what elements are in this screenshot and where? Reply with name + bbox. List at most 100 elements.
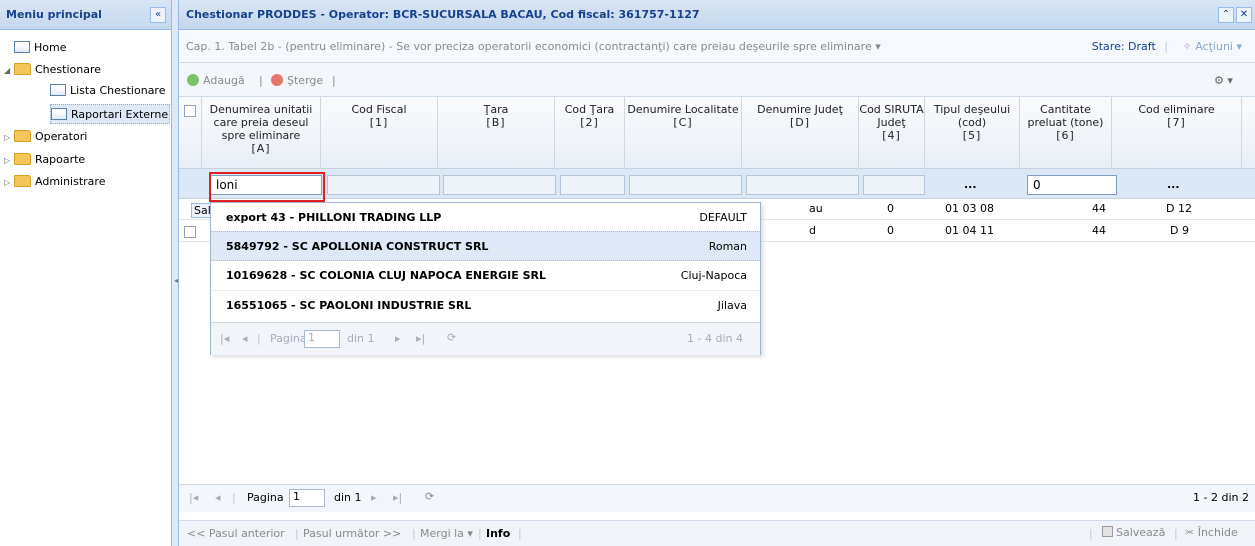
add-button[interactable]: Adaugă	[187, 74, 245, 87]
autocomplete-dropdown: export 43 - PHILLONI TRADING LLP DEFAULT…	[210, 202, 761, 355]
localitate-filter[interactable]	[629, 175, 742, 195]
column-header-unitate[interactable]: Denumirea unitatii care preia deseul spr…	[201, 97, 321, 169]
status-label: Stare: Draft	[1091, 40, 1156, 53]
settings-menu[interactable]: ⚙ ▾	[1214, 74, 1233, 87]
item-name: 10169628 - SC COLONIA CLUJ NAPOCA ENERGI…	[226, 269, 546, 282]
column-header-siruta[interactable]: Cod SIRUTA Judeţ [4]	[859, 97, 925, 169]
next-step-button[interactable]: Pasul următor >>	[303, 527, 401, 540]
column-header-tara[interactable]: Ţara [B]	[438, 97, 555, 169]
close-button[interactable]: ✂ Închide	[1185, 526, 1238, 539]
sidebar-item-lista-chestionare[interactable]: Lista Chestionare	[50, 81, 165, 101]
sidebar-item-raportari-externe[interactable]: Raportari Externe	[50, 104, 170, 124]
sidebar-item-home[interactable]: Home	[14, 38, 66, 58]
first-page-icon[interactable]: |◂	[220, 332, 229, 345]
item-name: 16551065 - SC PAOLONI INDUSTRIE SRL	[226, 299, 472, 312]
folder-icon	[14, 130, 31, 142]
column-header-tip-deseu[interactable]: Tipul deşeului (cod) [5]	[925, 97, 1020, 169]
column-header-cod-eliminare[interactable]: Cod eliminare [7]	[1112, 97, 1242, 169]
cell-cod-eliminare: D 12	[1166, 202, 1192, 215]
grid-toolbar: Adaugă | Şterge | ⚙ ▾	[179, 63, 1255, 97]
footer-separator: |	[518, 527, 522, 540]
judet-filter[interactable]	[746, 175, 859, 195]
prev-page-icon[interactable]: ◂	[215, 491, 221, 504]
delete-button[interactable]: Şterge	[271, 74, 323, 87]
column-header-cod-fiscal[interactable]: Cod Fiscal [1]	[321, 97, 438, 169]
collapse-sidebar-button[interactable]: «	[150, 7, 166, 23]
cell-siruta: 0	[887, 224, 894, 237]
page-count: din 1	[334, 491, 362, 504]
footer-separator: |	[295, 527, 299, 540]
next-page-icon[interactable]: ▸	[395, 332, 401, 345]
scissors-icon: ✂	[1185, 526, 1195, 539]
list-item[interactable]: 10169628 - SC COLONIA CLUJ NAPOCA ENERGI…	[211, 261, 760, 291]
page-count: din 1	[347, 332, 375, 345]
siruta-filter[interactable]	[863, 175, 925, 195]
collapsed-arrow-icon[interactable]: ▷	[4, 151, 14, 171]
sidebar-item-operatori[interactable]: ▷ Operatori	[4, 127, 87, 147]
pager-range: 1 - 2 din 2	[1193, 491, 1249, 504]
grid-header: Denumirea unitatii care preia deseul spr…	[179, 97, 1255, 169]
panel-title: Chestionar PRODDES - Operator: BCR-SUCUR…	[179, 0, 1255, 30]
column-header-cantitate[interactable]: Cantitate preluat (tone) [6]	[1020, 97, 1112, 169]
goto-menu[interactable]: Mergi la ▾	[420, 527, 473, 540]
close-icon[interactable]: ✕	[1236, 7, 1252, 23]
item-locality: DEFAULT	[699, 211, 747, 224]
column-header-cod-tara[interactable]: Cod Ţara [2]	[555, 97, 625, 169]
save-button[interactable]: Salvează	[1102, 526, 1165, 539]
column-header-judet[interactable]: Denumire Judeţ [D]	[742, 97, 859, 169]
column-header-localitate[interactable]: Denumire Localitate [C]	[625, 97, 742, 169]
list-item[interactable]: export 43 - PHILLONI TRADING LLP DEFAULT	[211, 203, 760, 233]
footer-separator: |	[1089, 527, 1093, 540]
sidebar: Meniu principal « Home ◢ Chestionare List…	[0, 0, 172, 546]
item-locality: Cluj-Napoca	[680, 269, 747, 282]
expanded-arrow-icon[interactable]: ◢	[4, 61, 14, 81]
folder-icon	[14, 175, 31, 187]
collapsed-arrow-icon[interactable]: ▷	[4, 173, 14, 193]
select-all-checkbox[interactable]	[184, 105, 196, 117]
cell-cantitate: 44	[1092, 202, 1106, 215]
floppy-icon	[1102, 526, 1113, 537]
tara-filter[interactable]	[443, 175, 556, 195]
cell-tip-deseu: 01 03 08	[945, 202, 994, 215]
cantitate-filter-input[interactable]: 0	[1027, 175, 1117, 195]
info-button[interactable]: Info	[486, 527, 510, 540]
refresh-icon[interactable]: ⟳	[447, 331, 456, 344]
cod-tara-filter[interactable]	[560, 175, 625, 195]
pager-separator: |	[232, 491, 236, 504]
sidebar-item-administrare[interactable]: ▷ Administrare	[4, 172, 105, 192]
list-item[interactable]: 5849792 - SC APOLLONIA CONSTRUCT SRL Rom…	[211, 231, 760, 261]
page-number-input[interactable]: 1	[304, 330, 340, 348]
collapsed-arrow-icon[interactable]: ▷	[4, 128, 14, 148]
table-description: Cap. 1. Tabel 2b - (pentru eliminare) - …	[179, 30, 1255, 63]
add-icon	[187, 74, 199, 86]
maximize-icon[interactable]: ⌃	[1218, 7, 1234, 23]
actions-menu[interactable]: ✧ Acţiuni ▾	[1183, 40, 1243, 53]
next-page-icon[interactable]: ▸	[371, 491, 377, 504]
last-page-icon[interactable]: ▸|	[393, 491, 402, 504]
page-label: Pagina	[247, 491, 284, 504]
delete-icon	[271, 74, 283, 86]
cod-fiscal-filter[interactable]	[327, 175, 440, 195]
cell-judet: d	[809, 224, 816, 237]
last-page-icon[interactable]: ▸|	[416, 332, 425, 345]
sidebar-item-rapoarte[interactable]: ▷ Rapoarte	[4, 150, 85, 170]
tip-deseu-filter[interactable]: ...	[964, 178, 977, 191]
item-name: 5849792 - SC APOLLONIA CONSTRUCT SRL	[226, 240, 489, 253]
highlight-box	[209, 172, 325, 202]
row-checkbox[interactable]	[184, 226, 196, 238]
cell-cantitate: 44	[1092, 224, 1106, 237]
list-item[interactable]: 16551065 - SC PAOLONI INDUSTRIE SRL Jila…	[211, 291, 760, 321]
table-description-text[interactable]: Cap. 1. Tabel 2b - (pentru eliminare) - …	[186, 40, 881, 53]
sidebar-item-chestionare[interactable]: ◢ Chestionare	[4, 60, 101, 80]
folder-icon	[14, 153, 31, 165]
first-page-icon[interactable]: |◂	[189, 491, 198, 504]
page-number-input[interactable]: 1	[289, 489, 325, 507]
previous-step-button[interactable]: << Pasul anterior	[187, 527, 285, 540]
item-locality: Roman	[708, 240, 747, 253]
wizard-footer: << Pasul anterior | Pasul următor >> | M…	[179, 520, 1255, 546]
dropdown-pager: |◂ ◂ | Pagina 1 din 1 ▸ ▸| ⟳ 1 - 4 din 4	[211, 322, 760, 355]
prev-page-icon[interactable]: ◂	[242, 332, 248, 345]
item-name: export 43 - PHILLONI TRADING LLP	[226, 211, 442, 224]
refresh-icon[interactable]: ⟳	[425, 490, 434, 503]
cod-eliminare-filter[interactable]: ...	[1167, 178, 1180, 191]
